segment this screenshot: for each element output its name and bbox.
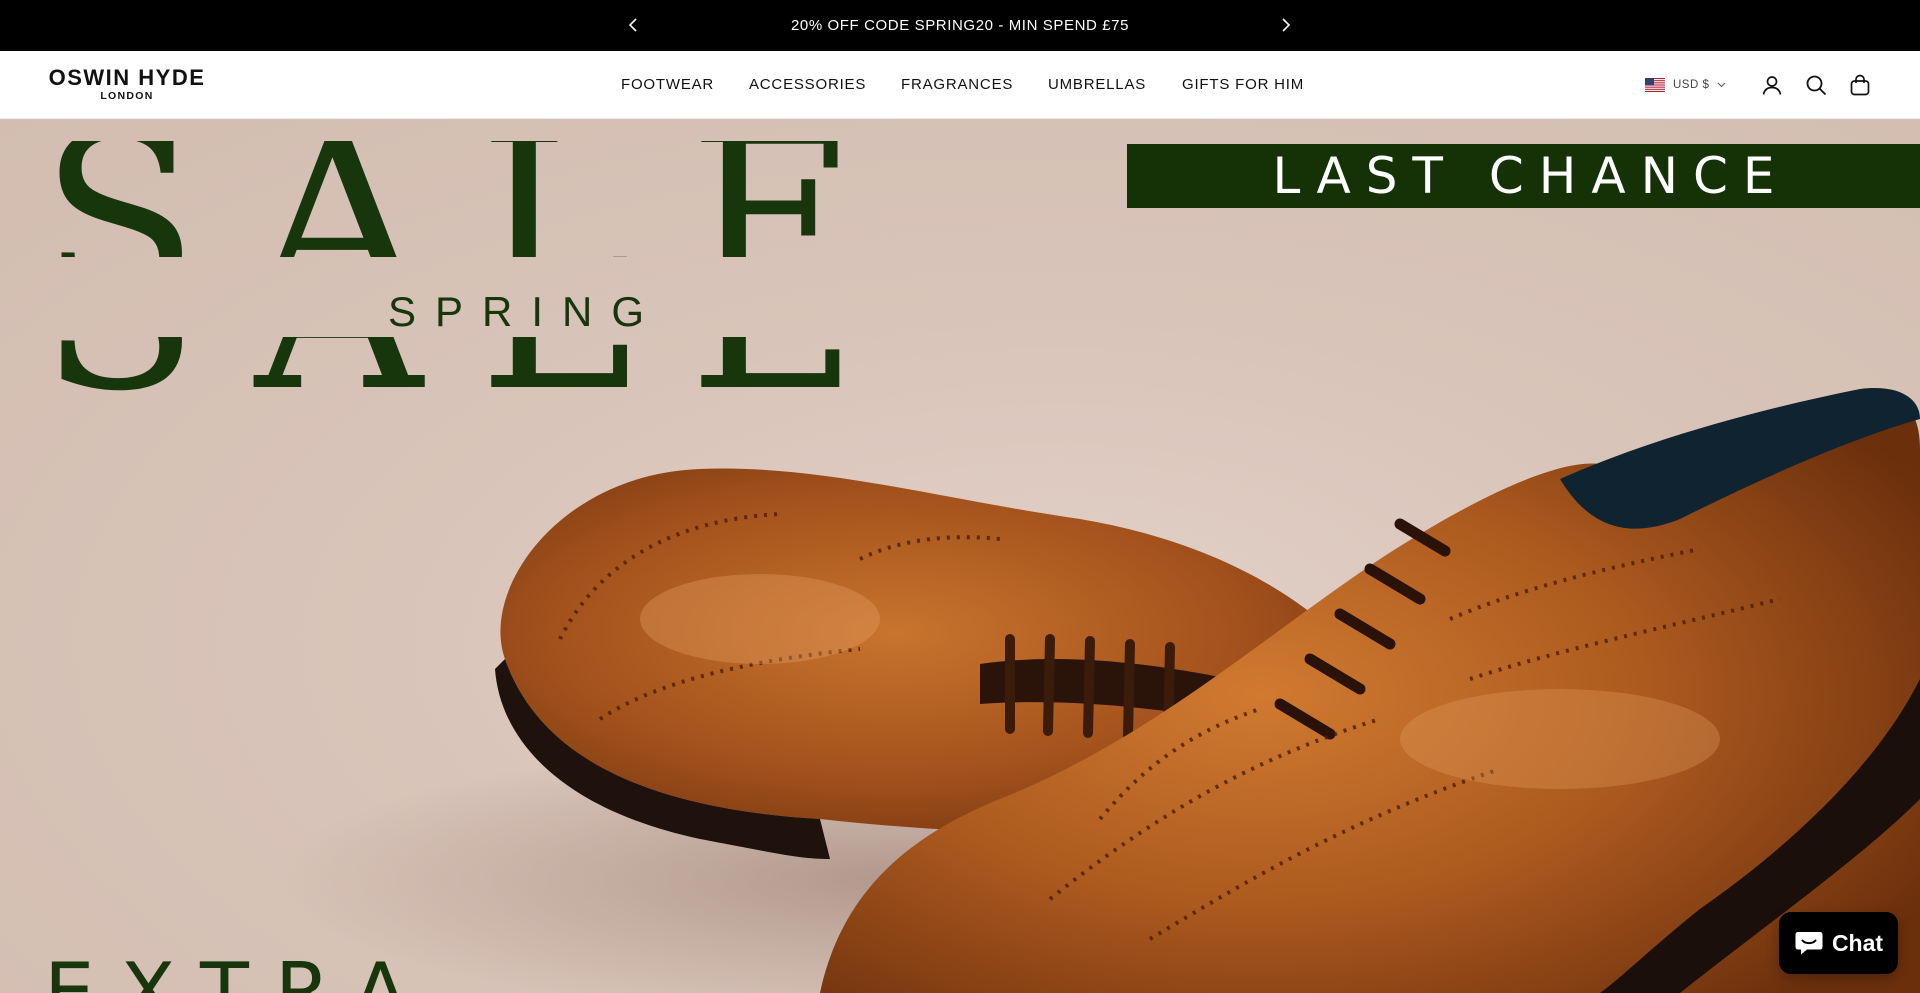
chat-bubble-icon bbox=[1795, 932, 1823, 955]
nav-gifts-for-him[interactable]: GIFTS FOR HIM bbox=[1182, 76, 1304, 93]
logo[interactable]: OSWIN HYDE LONDON bbox=[47, 65, 207, 103]
announcement-prev-button[interactable] bbox=[622, 14, 644, 36]
nav-umbrellas[interactable]: UMBRELLAS bbox=[1048, 76, 1146, 93]
cart-icon bbox=[1850, 74, 1870, 96]
nav-accessories[interactable]: ACCESSORIES bbox=[749, 76, 866, 93]
chevron-right-icon bbox=[1282, 18, 1291, 32]
sale-headline: SALE SALE SPRING bbox=[40, 141, 980, 501]
main-nav: FOOTWEAR ACCESSORIES FRAGRANCES UMBRELLA… bbox=[0, 51, 1920, 119]
account-icon bbox=[1762, 76, 1782, 95]
search-button[interactable] bbox=[1803, 72, 1829, 98]
site-header: OSWIN HYDE LONDON FOOTWEAR ACCESSORIES F… bbox=[0, 51, 1920, 119]
chevron-left-icon bbox=[628, 18, 637, 32]
sale-headline-bottom: SALE bbox=[40, 337, 914, 409]
currency-label: USD $ bbox=[1673, 79, 1710, 91]
chat-button[interactable]: Chat bbox=[1779, 912, 1898, 974]
currency-selector[interactable]: USD $ bbox=[1645, 76, 1726, 94]
hero-banner[interactable]: SALE SALE SPRING LAST CHANCE EXTRA bbox=[0, 119, 1920, 993]
account-button[interactable] bbox=[1759, 72, 1785, 98]
sale-headline-top: SALE bbox=[40, 141, 914, 257]
announcement-bar: 20% OFF CODE SPRING20 - MIN SPEND £75 bbox=[0, 0, 1920, 51]
extra-text: EXTRA bbox=[44, 946, 434, 993]
last-chance-text: LAST CHANCE bbox=[1272, 147, 1790, 205]
us-flag-icon bbox=[1645, 78, 1665, 92]
spring-subheadline: SPRING bbox=[388, 288, 664, 335]
logo-sub: LONDON bbox=[100, 90, 154, 102]
nav-fragrances[interactable]: FRAGRANCES bbox=[901, 76, 1013, 93]
last-chance-banner: LAST CHANCE bbox=[1127, 144, 1920, 208]
search-icon bbox=[1806, 75, 1827, 96]
cart-button[interactable] bbox=[1847, 72, 1873, 98]
chat-label: Chat bbox=[1831, 929, 1884, 956]
logo-brand: OSWIN HYDE bbox=[48, 65, 206, 90]
nav-footwear[interactable]: FOOTWEAR bbox=[621, 76, 714, 93]
chevron-down-icon bbox=[1717, 82, 1726, 88]
announcement-message: 20% OFF CODE SPRING20 - MIN SPEND £75 bbox=[790, 17, 1130, 34]
announcement-next-button[interactable] bbox=[1275, 14, 1297, 36]
